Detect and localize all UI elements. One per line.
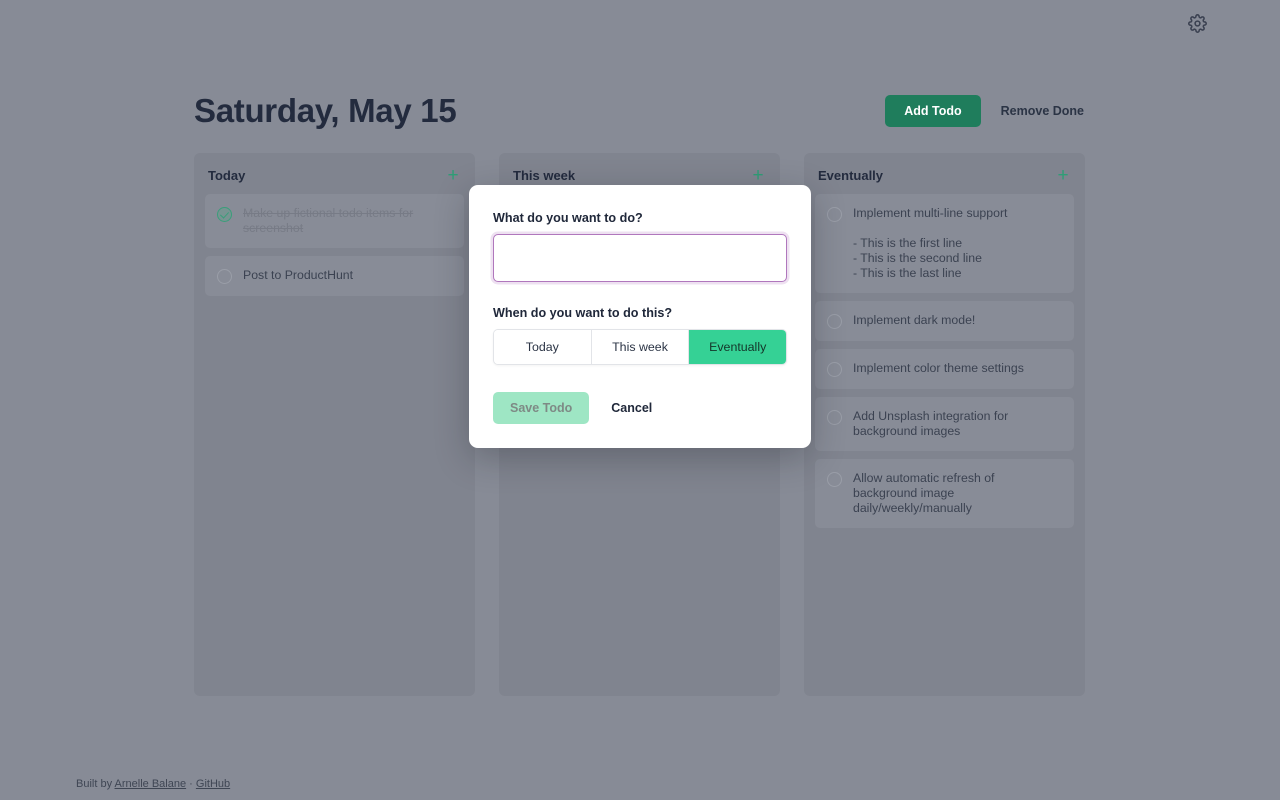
when-option-this-week[interactable]: This week bbox=[591, 330, 690, 364]
modal-actions: Save Todo Cancel bbox=[493, 392, 787, 424]
cancel-button[interactable]: Cancel bbox=[609, 397, 654, 419]
what-field-label: What do you want to do? bbox=[493, 211, 643, 225]
when-option-eventually[interactable]: Eventually bbox=[689, 330, 786, 364]
when-field-label: When do you want to do this? bbox=[493, 306, 673, 320]
add-todo-modal: What do you want to do? When do you want… bbox=[469, 185, 811, 448]
when-option-today[interactable]: Today bbox=[494, 330, 592, 364]
todo-text-input[interactable] bbox=[493, 234, 787, 282]
save-todo-button[interactable]: Save Todo bbox=[493, 392, 590, 424]
when-segmented-control: Today This week Eventually bbox=[493, 329, 787, 365]
